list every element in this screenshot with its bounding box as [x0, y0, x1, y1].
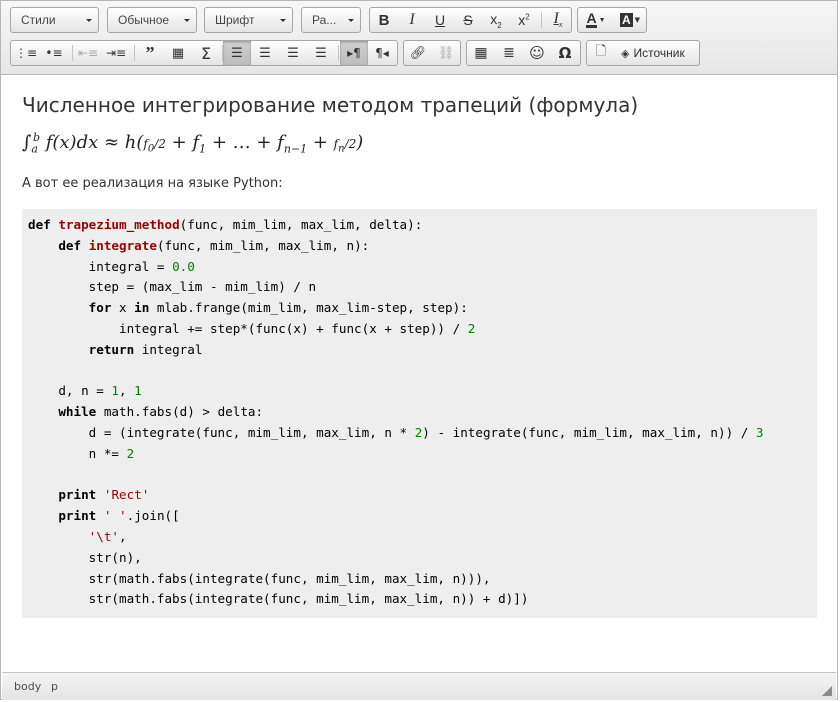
italic-button[interactable]: I: [398, 8, 426, 32]
chevron-down-icon: ▼: [634, 16, 641, 24]
ltr-icon: ▸¶: [347, 46, 361, 60]
div-icon: ▦: [171, 45, 185, 61]
font-combo-label: Шрифт: [215, 13, 255, 27]
status-bar: body p: [2, 672, 836, 700]
blockquote-button[interactable]: ”: [136, 41, 164, 65]
link-button[interactable]: 🔗︎: [404, 41, 432, 65]
insert-group: ▦ ≣ ☺ Ω: [466, 40, 581, 66]
align-center-button[interactable]: ☰: [251, 41, 279, 65]
table-icon: ▦: [474, 45, 488, 61]
toolbar: Стили Обычное Шрифт Ра... B I U S x2 x2 …: [1, 1, 837, 75]
source-button-label: Источник: [633, 46, 685, 60]
editor: Стили Обычное Шрифт Ра... B I U S x2 x2 …: [0, 0, 838, 700]
bold-icon: B: [378, 11, 390, 29]
editor-content[interactable]: Численное интегрирование методом трапеци…: [2, 75, 836, 671]
ltr-button[interactable]: ▸¶: [340, 41, 368, 65]
font-combo[interactable]: Шрифт: [204, 7, 293, 33]
quote-icon: ”: [145, 42, 155, 63]
size-combo[interactable]: Ра...: [301, 7, 361, 33]
path-body[interactable]: body: [14, 680, 41, 693]
link-icon: 🔗︎: [409, 45, 427, 61]
styles-combo-label: Стили: [21, 13, 56, 27]
div-container-button[interactable]: ▦: [164, 41, 192, 65]
indent-button[interactable]: ⇥≡: [102, 41, 130, 65]
align-right-icon: ☰: [287, 45, 299, 61]
align-left-button[interactable]: ☰: [223, 41, 251, 65]
colors-group: A ▼ A ▼: [577, 7, 647, 33]
justify-button[interactable]: ☰: [307, 41, 335, 65]
format-combo-label: Обычное: [118, 13, 170, 27]
numbered-list-button[interactable]: ⋮≡: [12, 41, 40, 65]
bg-color-button[interactable]: A ▼: [614, 8, 646, 32]
numbered-list-icon: ⋮≡: [14, 46, 38, 60]
formula-button[interactable]: Σ: [192, 41, 220, 65]
text-color-icon: A: [586, 10, 597, 28]
special-char-button[interactable]: Ω: [551, 41, 579, 65]
smiley-button[interactable]: ☺: [523, 41, 551, 65]
italic-icon: I: [409, 11, 415, 28]
rtl-button[interactable]: ¶◂: [368, 41, 396, 65]
remove-format-icon: Ix: [553, 10, 563, 30]
subscript-icon: x2: [490, 10, 502, 30]
links-group: 🔗︎ ⛓︎: [403, 40, 461, 66]
strikethrough-icon: S: [463, 12, 473, 28]
bg-color-icon: A: [619, 13, 633, 27]
chevron-down-icon: [86, 19, 92, 22]
indent-icon: ⇥≡: [105, 46, 127, 60]
paragraph-group: ⋮≡ •≡ ⇤≡ ⇥≡ ” ▦ Σ ☰ ☰ ☰ ☰ ▸¶ ¶◂: [10, 40, 398, 66]
document-group: 🗋︎ ◈ Источник: [586, 40, 700, 66]
outdent-button[interactable]: ⇤≡: [74, 41, 102, 65]
sigma-icon: Σ: [200, 43, 212, 63]
styles-combo[interactable]: Стили: [10, 7, 99, 33]
formula: ∫ab f(x)dx ≈ h(f0/2 + f1 + … + fn−1 + fn…: [22, 131, 364, 156]
separator: [541, 12, 542, 28]
table-button[interactable]: ▦: [467, 41, 495, 65]
resize-grip-icon[interactable]: [822, 686, 832, 696]
justify-icon: ☰: [315, 45, 327, 61]
bold-button[interactable]: B: [370, 8, 398, 32]
chevron-down-icon: [280, 19, 286, 22]
bulleted-list-icon: •≡: [45, 46, 63, 60]
rtl-icon: ¶◂: [375, 46, 389, 60]
format-combo[interactable]: Обычное: [107, 7, 197, 33]
separator: [72, 45, 73, 61]
text-color-button[interactable]: A ▼: [580, 8, 612, 32]
subscript-button[interactable]: x2: [482, 8, 510, 32]
size-combo-label: Ра...: [312, 13, 337, 27]
separator: [134, 45, 135, 61]
intro-text: А вот ее реализация на языке Python:: [22, 176, 283, 191]
path-p[interactable]: p: [51, 680, 58, 693]
horizontal-rule-button[interactable]: ≣: [495, 41, 523, 65]
bulleted-list-button[interactable]: •≡: [40, 41, 68, 65]
unlink-button[interactable]: ⛓︎: [432, 41, 460, 65]
underline-button[interactable]: U: [426, 8, 454, 32]
source-button[interactable]: ◈ Источник: [617, 41, 699, 65]
preview-icon: 🗋︎: [595, 44, 607, 59]
separator: [338, 45, 339, 61]
strikethrough-button[interactable]: S: [454, 8, 482, 32]
unlink-icon: ⛓︎: [437, 45, 455, 61]
chevron-down-icon: ▼: [598, 16, 606, 24]
underline-icon: U: [434, 12, 446, 28]
basic-styles-group: B I U S x2 x2 Ix: [369, 7, 572, 33]
align-center-icon: ☰: [259, 45, 271, 61]
code-block: def trapezium_method(func, mim_lim, max_…: [22, 209, 817, 618]
chevron-down-icon: [184, 19, 190, 22]
chevron-down-icon: [348, 19, 354, 22]
superscript-button[interactable]: x2: [510, 8, 538, 32]
align-right-button[interactable]: ☰: [279, 41, 307, 65]
page-title: Численное интегрирование методом трапеци…: [22, 93, 639, 117]
remove-format-button[interactable]: Ix: [544, 8, 572, 32]
horizontal-rule-icon: ≣: [503, 45, 515, 61]
outdent-icon: ⇤≡: [77, 46, 99, 60]
preview-button[interactable]: 🗋︎: [587, 41, 615, 65]
source-icon: ◈: [621, 47, 630, 60]
superscript-icon: x2: [518, 12, 530, 28]
align-left-icon: ☰: [231, 45, 243, 61]
omega-icon: Ω: [558, 44, 572, 62]
smiley-icon: ☺: [529, 44, 545, 62]
